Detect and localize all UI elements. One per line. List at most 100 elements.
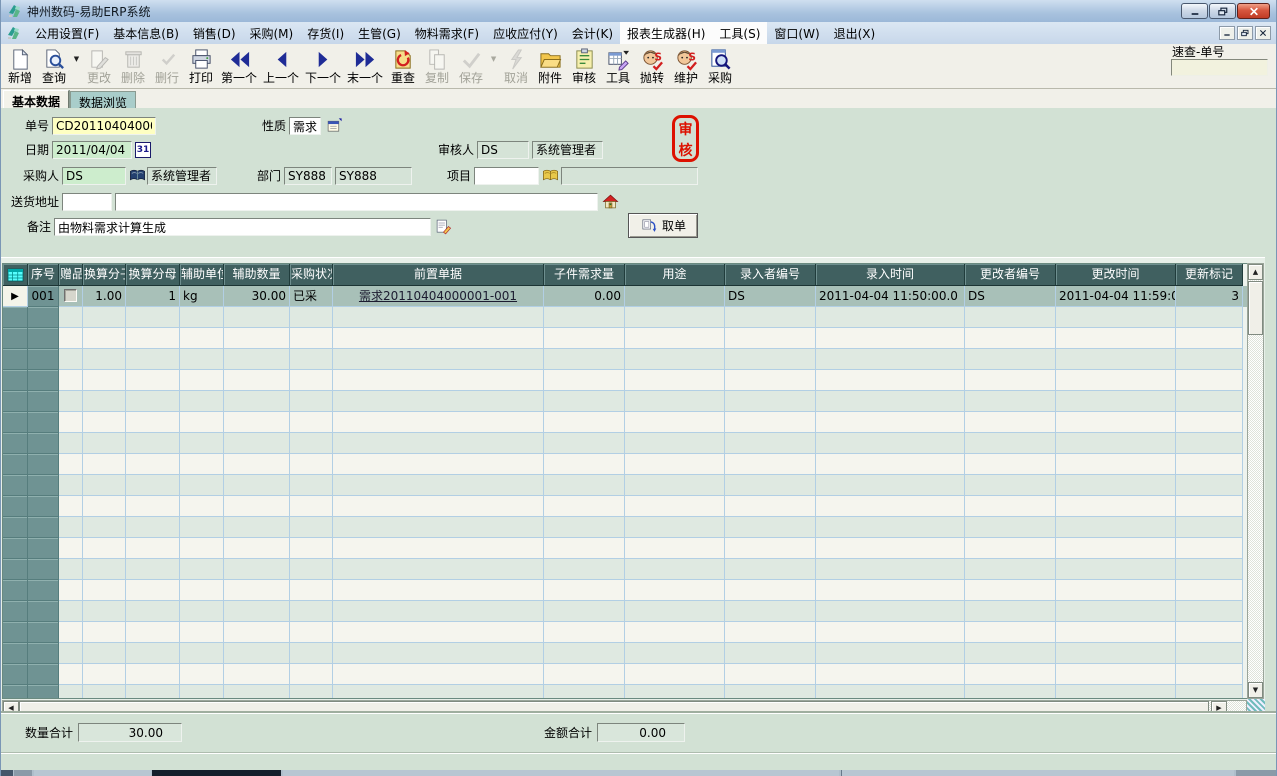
column-header-purchase-status[interactable]: 采购状况 xyxy=(290,264,333,286)
menu-item-material-demand[interactable]: 物料需求(F) xyxy=(408,22,486,45)
purchase-button[interactable]: 采购 xyxy=(703,45,737,87)
tools-button[interactable]: 工具 xyxy=(601,45,635,87)
grid-empty-row xyxy=(3,622,1247,643)
form-area: 单号 性质 审核 日期 31 审核人 DS 系统管理者 采购人 系统管理者 部门… xyxy=(1,108,1276,257)
date-field[interactable] xyxy=(52,141,132,159)
cell-modify-time: 2011-04-04 11:59:09.0 xyxy=(1056,286,1176,307)
new-button[interactable]: 新增 xyxy=(3,45,37,87)
menu-item-report-builder[interactable]: 报表生成器(H) xyxy=(620,22,712,45)
menu-item-sales[interactable]: 销售(D) xyxy=(186,22,243,45)
detail-grid: 序号赠品换算分子换算分母辅助单位辅助数量采购状况前置单据子件需求量用途录入者编号… xyxy=(2,263,1247,699)
menu-item-purchase[interactable]: 采购(M) xyxy=(243,22,301,45)
scroll-down-button[interactable]: ▼ xyxy=(1248,682,1263,698)
next-button[interactable]: 下一个 xyxy=(302,45,344,87)
department-name-field: SY888 xyxy=(335,167,412,185)
department-label: 部门 xyxy=(233,168,281,185)
column-header-seq[interactable]: 序号 xyxy=(28,264,59,286)
menu-item-public-settings[interactable]: 公用设置(F) xyxy=(28,22,106,45)
attachment-button[interactable]: 附件 xyxy=(533,45,567,87)
transfer-button[interactable]: 抛转 xyxy=(635,45,669,87)
mdi-restore-button[interactable] xyxy=(1237,26,1253,40)
menu-item-basic-info[interactable]: 基本信息(B) xyxy=(106,22,186,45)
fetch-order-button[interactable]: 取单 xyxy=(628,213,698,238)
save-button: 保存 xyxy=(454,45,488,87)
cell-create-time: 2011-04-04 11:50:00.0 xyxy=(816,286,965,307)
tab-basic-data[interactable]: 基本数据 xyxy=(3,90,69,108)
delete-row-button: 删行 xyxy=(150,45,184,87)
house-icon[interactable] xyxy=(602,193,619,210)
menu-item-exit[interactable]: 退出(X) xyxy=(827,22,883,45)
restore-button[interactable] xyxy=(1209,3,1236,19)
close-button[interactable] xyxy=(1237,3,1270,19)
column-header-update-flag[interactable]: 更新标记 xyxy=(1176,264,1243,286)
cell-seq: 001 xyxy=(28,286,59,307)
last-button[interactable]: 末一个 xyxy=(344,45,386,87)
gift-checkbox[interactable] xyxy=(64,289,77,302)
properties-icon[interactable] xyxy=(326,117,343,134)
audit-button[interactable]: 审核 xyxy=(567,45,601,87)
column-header-aux-unit[interactable]: 辅助单位 xyxy=(180,264,224,286)
first-button[interactable]: 第一个 xyxy=(218,45,260,87)
note-icon xyxy=(573,48,596,71)
grid-empty-row xyxy=(3,664,1247,685)
query-dropdown-arrow[interactable]: ▼ xyxy=(71,45,82,87)
column-header-modify-time[interactable]: 更改时间 xyxy=(1056,264,1176,286)
menu-item-ap-ar[interactable]: 应收应付(Y) xyxy=(486,22,565,45)
menu-item-inventory[interactable]: 存货(I) xyxy=(300,22,351,45)
column-header-gift[interactable]: 赠品 xyxy=(59,264,83,286)
order-no-field[interactable] xyxy=(52,117,156,135)
nature-field[interactable] xyxy=(289,117,321,135)
close-icon xyxy=(1259,29,1267,37)
column-header-component-demand-qty[interactable]: 子件需求量 xyxy=(544,264,625,286)
cell-purchase-status: 已采 xyxy=(290,286,333,307)
current-row-marker: ▶ xyxy=(3,286,28,307)
tab-data-browse[interactable]: 数据浏览 xyxy=(70,91,136,108)
cell-modifier-id: DS xyxy=(965,286,1056,307)
project-name-field xyxy=(561,167,698,185)
source-doc-link[interactable]: 需求20110404000001-001 xyxy=(359,289,517,303)
column-header-conv-denominator[interactable]: 换算分母 xyxy=(126,264,180,286)
delivery-address-field[interactable] xyxy=(115,193,598,211)
remark-field[interactable] xyxy=(54,218,431,236)
menu-item-accounting[interactable]: 会计(K) xyxy=(565,22,620,45)
check-small-icon xyxy=(156,48,179,71)
print-button[interactable]: 打印 xyxy=(184,45,218,87)
maintain-button[interactable]: 维护 xyxy=(669,45,703,87)
browse-yellow-icon[interactable] xyxy=(542,167,559,184)
previous-button[interactable]: 上一个 xyxy=(260,45,302,87)
menu-item-window[interactable]: 窗口(W) xyxy=(767,22,826,45)
scroll-up-button[interactable]: ▲ xyxy=(1248,264,1263,280)
column-header-create-time[interactable]: 录入时间 xyxy=(816,264,965,286)
auditor-label: 审核人 xyxy=(426,142,474,159)
project-code-field[interactable] xyxy=(474,167,539,185)
column-header-conv-numerator[interactable]: 换算分子 xyxy=(83,264,126,286)
column-header-aux-qty[interactable]: 辅助数量 xyxy=(224,264,290,286)
window-title: 神州数码-易助ERP系统 xyxy=(27,3,151,20)
column-header-creator-id[interactable]: 录入者编号 xyxy=(725,264,816,286)
query-button[interactable]: 查询 xyxy=(37,45,71,87)
column-header-usage[interactable]: 用途 xyxy=(625,264,725,286)
order-no-label: 单号 xyxy=(1,118,49,135)
cell-aux-unit: kg xyxy=(180,286,224,307)
minimize-button[interactable] xyxy=(1181,3,1208,19)
menu-item-tools[interactable]: 工具(S) xyxy=(712,22,767,45)
menu-item-production[interactable]: 生管(G) xyxy=(351,22,408,45)
mdi-minimize-button[interactable] xyxy=(1219,26,1235,40)
quick-search-input[interactable] xyxy=(1171,59,1268,76)
qty-total-field: 30.00 xyxy=(78,723,182,742)
edit-icon xyxy=(88,48,111,71)
vertical-scrollbar[interactable]: ▲ ▼ xyxy=(1247,263,1264,699)
grid-empty-row xyxy=(3,643,1247,664)
note-edit-icon[interactable] xyxy=(435,218,452,235)
mdi-close-button[interactable] xyxy=(1255,26,1271,40)
browse-dark-icon[interactable] xyxy=(129,167,146,184)
grid-empty-row xyxy=(3,580,1247,601)
vertical-scroll-thumb[interactable] xyxy=(1248,281,1263,335)
column-header-modifier-id[interactable]: 更改者编号 xyxy=(965,264,1056,286)
cell-creator-id: DS xyxy=(725,286,816,307)
purchaser-code-field[interactable] xyxy=(62,167,126,185)
column-header-source-doc[interactable]: 前置单据 xyxy=(333,264,544,286)
requery-button[interactable]: 重查 xyxy=(386,45,420,87)
calendar-icon[interactable]: 31 xyxy=(135,142,151,158)
delivery-address-code-field[interactable] xyxy=(62,193,112,211)
